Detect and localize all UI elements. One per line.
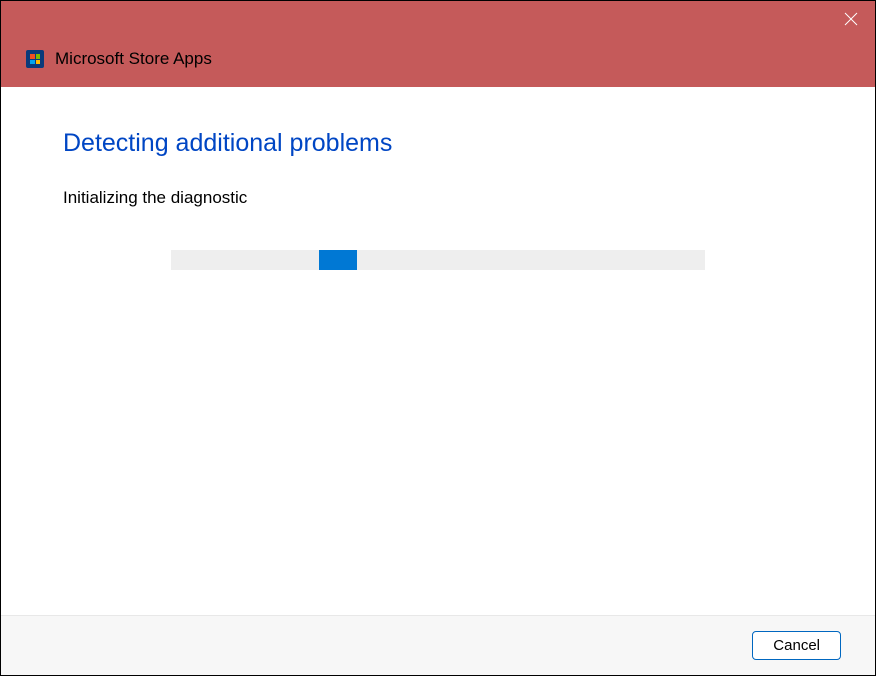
store-icon — [25, 49, 45, 69]
cancel-button[interactable]: Cancel — [752, 631, 841, 660]
app-title: Microsoft Store Apps — [55, 49, 212, 69]
status-text: Initializing the diagnostic — [63, 188, 813, 208]
titlebar — [1, 1, 875, 49]
header: Microsoft Store Apps — [1, 49, 875, 87]
progress-indicator — [319, 250, 357, 270]
close-button[interactable] — [827, 1, 875, 37]
close-icon — [844, 12, 858, 26]
content-area: Detecting additional problems Initializi… — [1, 87, 875, 605]
progress-bar — [171, 250, 705, 270]
page-heading: Detecting additional problems — [63, 129, 813, 158]
footer: Cancel — [1, 615, 875, 675]
